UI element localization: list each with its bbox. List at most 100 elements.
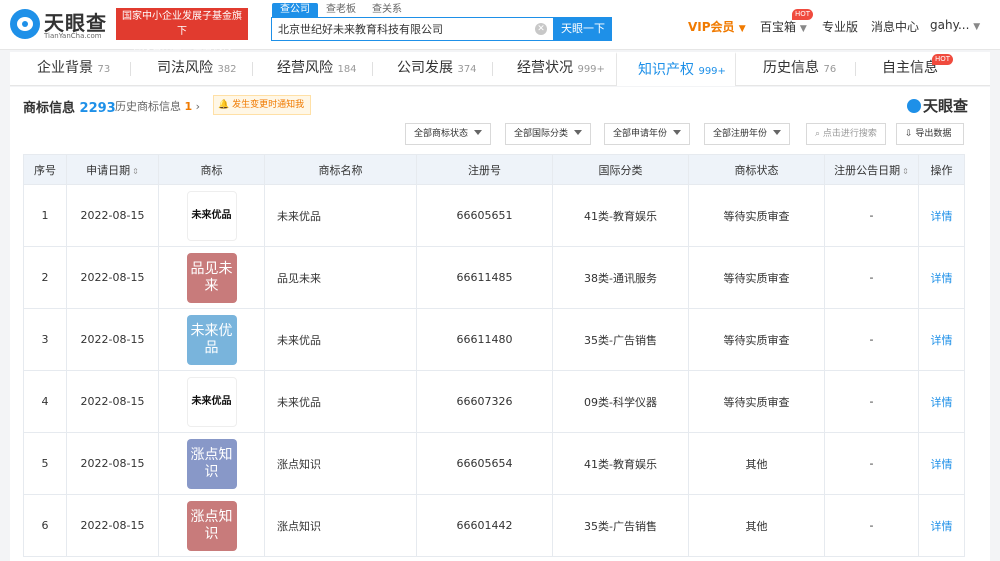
filter-label: 全部注册年份 [713, 129, 768, 139]
filter-class[interactable]: 全部国际分类 [505, 123, 592, 145]
notify-label: 发生变更时通知我 [232, 100, 305, 110]
row-registration-no: 66605654 [416, 432, 553, 495]
row-intl-class: 35类-广告销售 [552, 494, 689, 557]
chevron-right-icon: › [195, 100, 201, 113]
tab-label: 自主信息 [882, 60, 938, 76]
row-status: 等待实质审查 [688, 246, 825, 309]
tab-label: 企业背景 [37, 60, 93, 76]
detail-link[interactable]: 详情 [931, 458, 953, 471]
export-button[interactable]: ⇩ 导出数据 [896, 123, 964, 145]
tab-company-background[interactable]: 企业背景 73 [37, 52, 110, 86]
tab-count: 382 [217, 64, 237, 75]
hot-badge: HOT [932, 54, 954, 65]
caret-down-icon [673, 130, 682, 135]
user-menu[interactable]: gahy... ▼ [930, 18, 980, 32]
filter-apply-year[interactable]: 全部申请年份 [604, 123, 691, 145]
row-apply-date: 2022-08-15 [66, 370, 159, 433]
tab-label: 历史信息 [763, 60, 819, 76]
table-row: 6 2022-08-15 涨点知识 涨点知识 66601442 35类-广告销售 其他 - 详情 [23, 494, 965, 557]
treasure-menu[interactable]: 百宝箱 ▼ [760, 18, 807, 35]
trademark-image[interactable]: 品见未来 [186, 252, 237, 303]
search-button[interactable]: 天眼一下 [554, 17, 612, 41]
trademark-image[interactable]: 未来优品 [186, 376, 237, 427]
tab-count: 73 [97, 64, 111, 75]
table-row: 5 2022-08-15 涨点知识 涨点知识 66605654 41类-教育娱乐 其他 - 详情 [23, 432, 965, 495]
detail-link[interactable]: 详情 [931, 396, 953, 409]
tab-company-development[interactable]: 公司发展 374 [397, 52, 477, 86]
history-trademark-link[interactable]: 历史商标信息 1 › [115, 98, 200, 114]
caret-down-icon [474, 130, 483, 135]
clear-icon[interactable]: ✕ [535, 23, 547, 35]
user-name: gahy... [930, 18, 970, 32]
history-count: 1 [184, 100, 193, 113]
search-placeholder: 点击进行搜索 [822, 129, 877, 139]
treasure-label: 百宝箱 [760, 20, 797, 34]
logo-eye-icon [10, 9, 40, 39]
detail-link[interactable]: 详情 [931, 520, 953, 533]
pro-link[interactable]: 专业版 [822, 18, 858, 35]
row-pub-date: - [824, 370, 919, 433]
section-title-label: 商标信息 [23, 101, 76, 116]
search-tab-boss[interactable]: 查老板 [318, 3, 364, 17]
trademark-image[interactable]: 涨点知识 [186, 500, 237, 551]
search-icon: ⌕ [815, 129, 821, 139]
logo-subtitle: TianYanCha.com [44, 32, 102, 40]
row-registration-no: 66601442 [416, 494, 553, 557]
trademark-image[interactable]: 涨点知识 [186, 438, 237, 489]
row-status: 其他 [688, 494, 825, 557]
official-badge[interactable]: 国家中小企业发展子基金旗下 官方备案企业征信机构 [116, 8, 248, 52]
col-action: 操作 [918, 154, 965, 185]
col-index: 序号 [23, 154, 67, 185]
filter-status[interactable]: 全部商标状态 [405, 123, 492, 145]
tab-label: 司法风险 [157, 60, 213, 76]
col-pub-date[interactable]: 注册公告日期 ⇕ [824, 154, 919, 185]
trademark-panel: 商标信息 2293 历史商标信息 1 › 🔔 发生变更时通知我 天眼查 全部商标… [10, 87, 990, 561]
export-icon: ⇩ [905, 129, 913, 139]
trademark-image[interactable]: 未来优品 [186, 190, 237, 241]
export-label: 导出数据 [915, 129, 952, 139]
messages-link[interactable]: 消息中心 [871, 18, 919, 35]
search-type-tabs: 查公司 查老板 查关系 [272, 3, 410, 17]
trademark-table: 序号 申请日期 ⇕ 商标 商标名称 注册号 国际分类 商标状态 注册公告日期 ⇕ 操… [23, 154, 965, 557]
tab-history[interactable]: 历史信息 76 [763, 52, 836, 86]
tab-business-risk[interactable]: 经营风险 184 [277, 52, 357, 86]
section-count: 2293 [79, 101, 116, 116]
detail-link[interactable]: 详情 [931, 334, 953, 347]
table-row: 4 2022-08-15 未来优品 未来优品 66607326 09类-科学仪器 等待实质审… [23, 370, 965, 433]
row-trademark-name: 未来优品 [264, 308, 417, 371]
row-action: 详情 [918, 308, 965, 371]
row-action: 详情 [918, 246, 965, 309]
tab-divider [252, 62, 253, 76]
col-status: 商标状态 [688, 154, 825, 185]
row-action: 详情 [918, 494, 965, 557]
brand-watermark: 天眼查 [906, 95, 968, 116]
detail-link[interactable]: 详情 [931, 272, 953, 285]
search-input[interactable] [278, 18, 528, 40]
search-tab-relation[interactable]: 查关系 [364, 3, 410, 17]
col-label: 注册公告日期 [834, 163, 901, 177]
filter-register-year[interactable]: 全部注册年份 [704, 123, 791, 145]
vip-menu[interactable]: VIP会员 ▼ [688, 18, 746, 35]
row-pub-date: - [824, 432, 919, 495]
tab-legal-risk[interactable]: 司法风险 382 [157, 52, 237, 86]
detail-link[interactable]: 详情 [931, 210, 953, 223]
row-intl-class: 35类-广告销售 [552, 308, 689, 371]
badge-line-1: 国家中小企业发展子基金旗下 [122, 11, 242, 37]
row-trademark-logo: 品见未来 [158, 246, 265, 309]
tab-intellectual-property[interactable]: 知识产权 999+ [616, 52, 736, 86]
search-tab-company[interactable]: 查公司 [272, 3, 318, 17]
notify-button[interactable]: 🔔 发生变更时通知我 [213, 95, 312, 115]
row-action: 详情 [918, 184, 965, 247]
site-logo[interactable]: 天眼查 TianYanCha.com [10, 7, 110, 43]
row-index: 2 [23, 246, 67, 309]
row-action: 详情 [918, 370, 965, 433]
tab-self-info[interactable]: 自主信息 [882, 52, 938, 86]
row-trademark-logo: 未来优品 [158, 308, 265, 371]
row-intl-class: 38类-通讯服务 [552, 246, 689, 309]
col-apply-date[interactable]: 申请日期 ⇕ [66, 154, 159, 185]
col-trademark-name: 商标名称 [264, 154, 417, 185]
tab-divider [130, 62, 131, 76]
tab-operating-status[interactable]: 经营状况 999+ [517, 52, 605, 86]
trademark-image[interactable]: 未来优品 [186, 314, 237, 365]
table-search-input[interactable]: ⌕ 点击进行搜索 [806, 123, 886, 145]
